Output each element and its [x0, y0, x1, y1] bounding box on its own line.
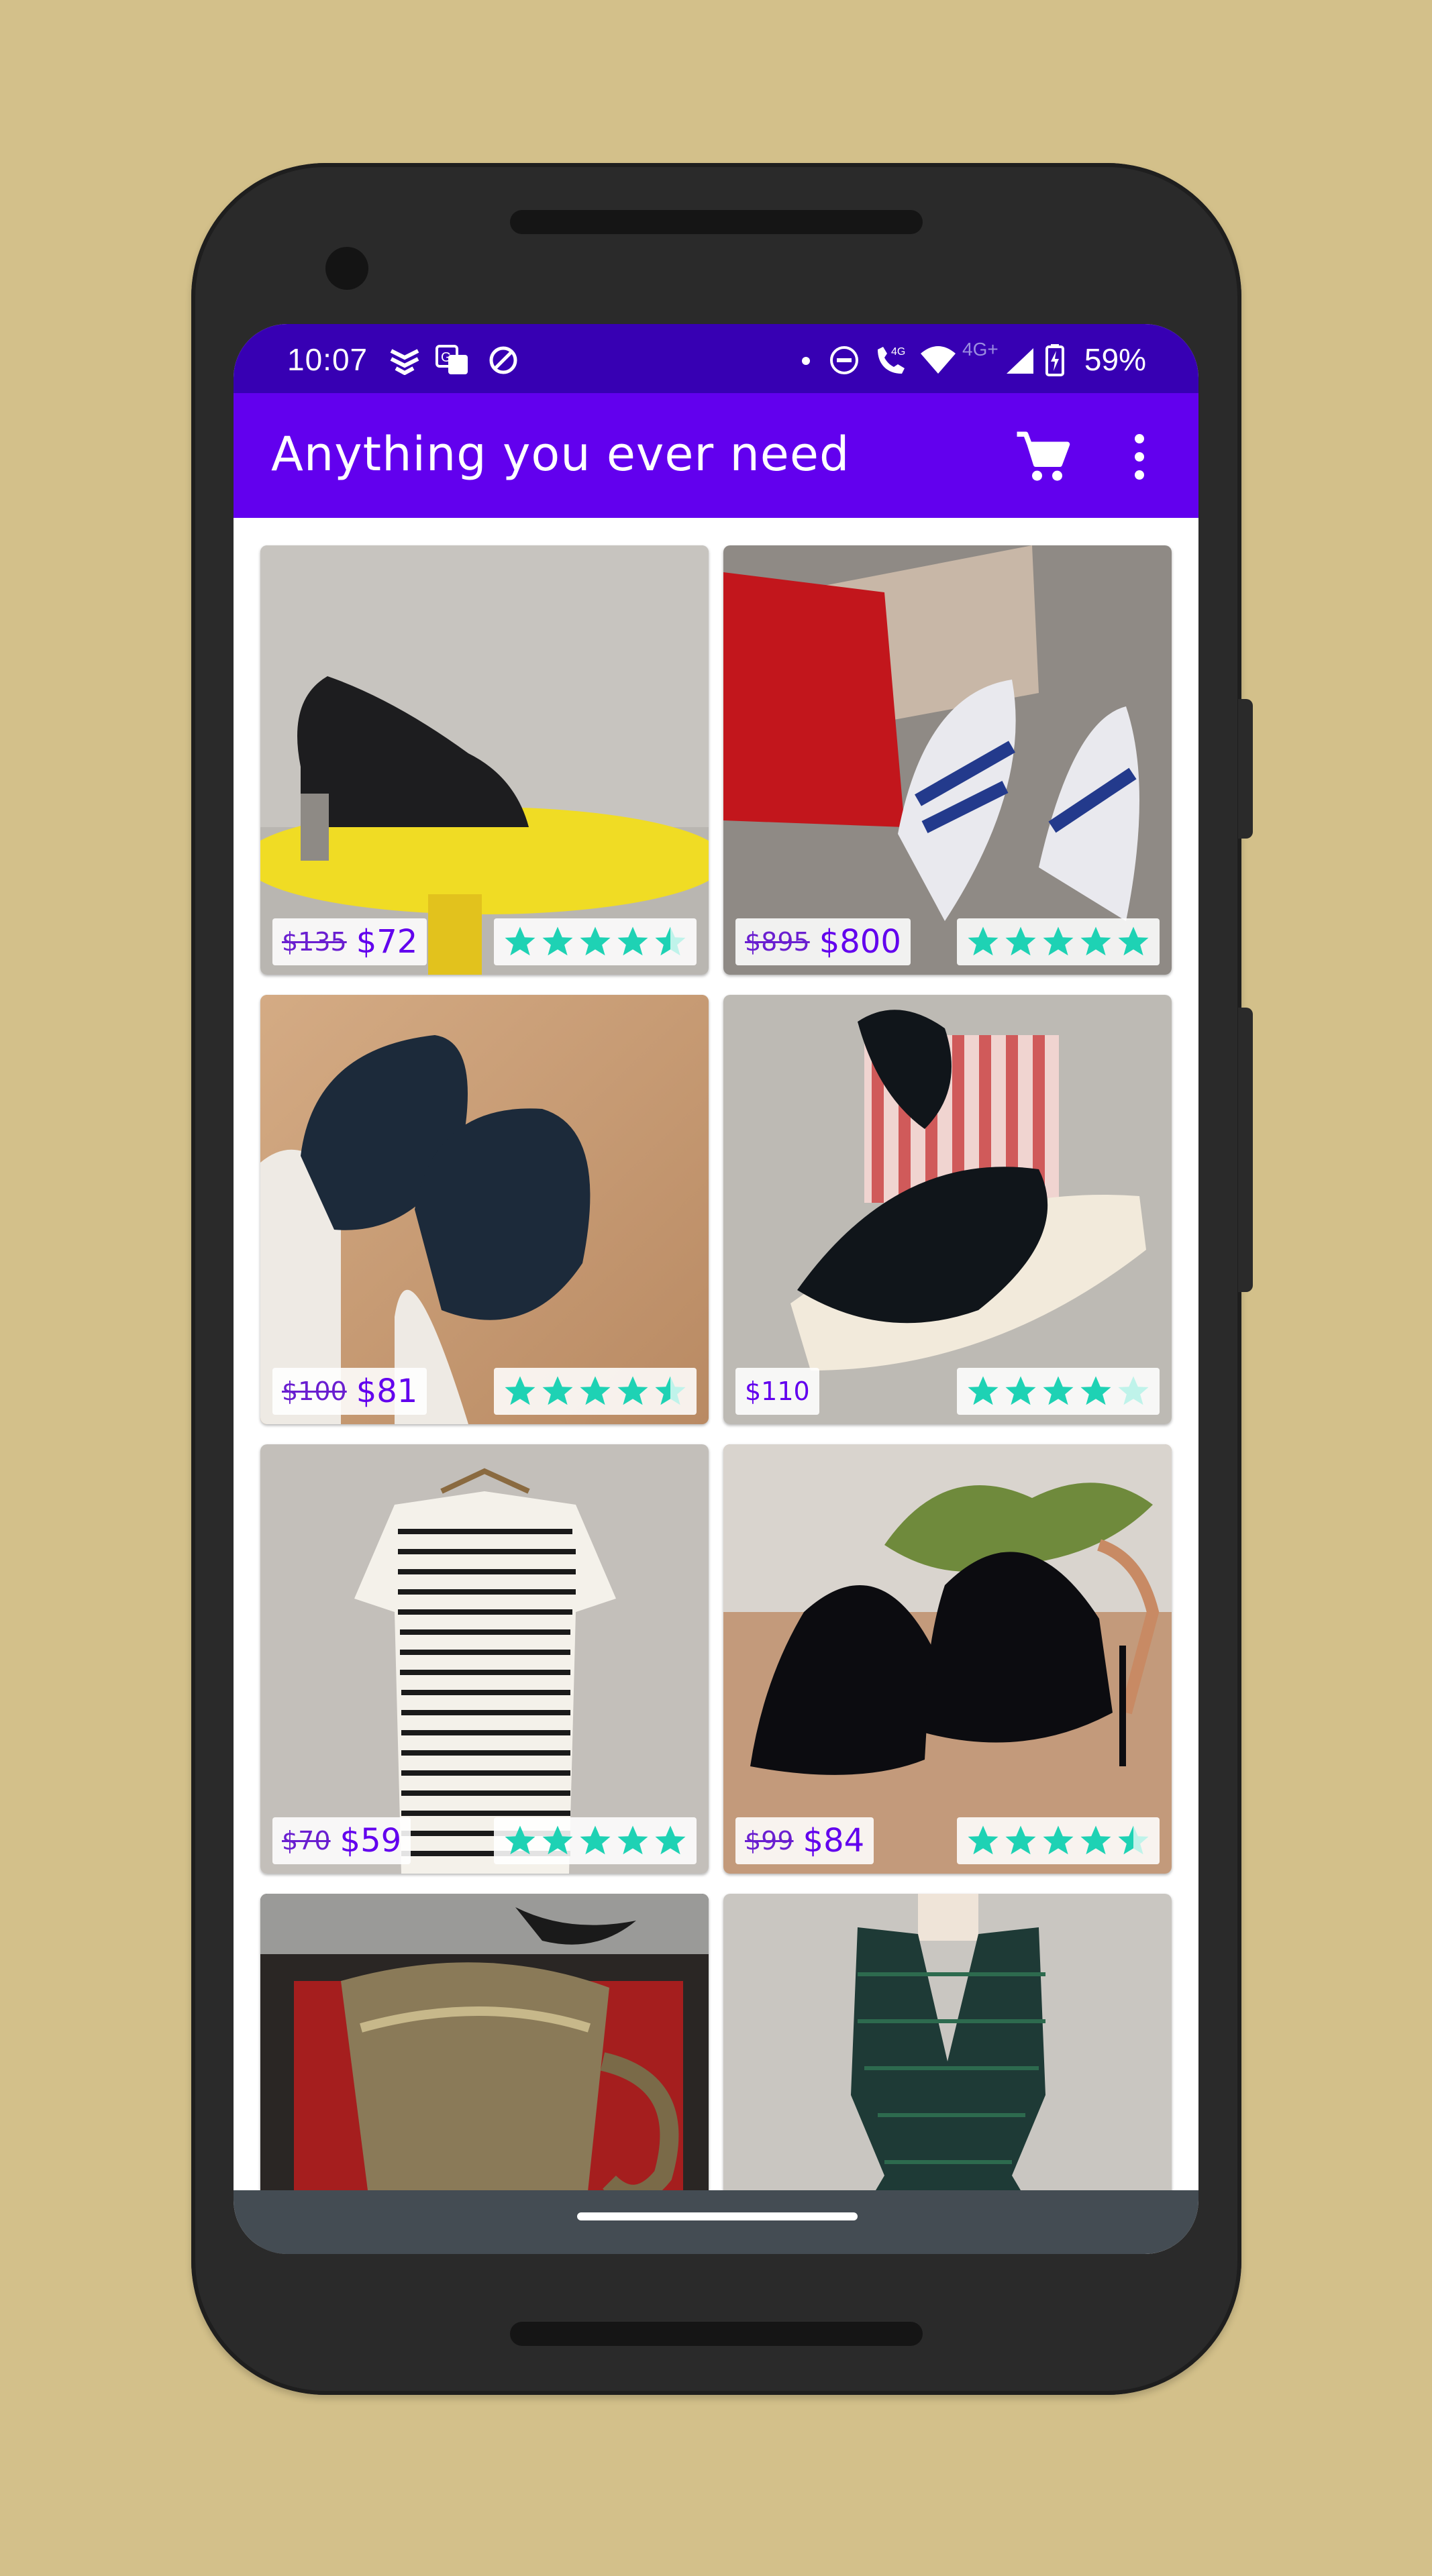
- power-button: [1238, 699, 1253, 839]
- star-icon: [505, 1825, 535, 1855]
- rating-stars: [957, 918, 1160, 965]
- price-tag: $100 $81: [272, 1368, 427, 1415]
- star-icon: [580, 1376, 611, 1405]
- dot-icon: [802, 357, 810, 365]
- star-icon: [1005, 1376, 1036, 1405]
- wifi-icon: [921, 346, 956, 374]
- product-card[interactable]: $135 $72: [260, 545, 709, 975]
- app-title: Anything you ever need: [271, 427, 850, 482]
- translate-icon: G: [436, 345, 468, 374]
- notification-icon: [390, 349, 419, 375]
- screen: 10:07 G 4G 4G+ 59% Anything you ever nee…: [234, 324, 1198, 2254]
- product-card[interactable]: $100 $81: [260, 995, 709, 1424]
- current-price: $800: [819, 923, 901, 961]
- price-tag: $70 $59: [272, 1817, 411, 1864]
- star-icon: [617, 926, 648, 956]
- star-icon: [580, 1825, 611, 1855]
- earpiece-speaker: [510, 210, 923, 234]
- star-icon: [580, 926, 611, 956]
- current-price: $81: [356, 1373, 418, 1410]
- rating-stars: [957, 1817, 1160, 1864]
- current-price: $72: [356, 923, 418, 961]
- status-time: 10:07: [287, 342, 368, 377]
- rating-stars: [494, 1817, 697, 1864]
- star-icon: [542, 1376, 573, 1405]
- volume-button: [1238, 1008, 1253, 1292]
- price-tag: $895 $800: [735, 918, 911, 965]
- star-icon: [1043, 1825, 1074, 1855]
- star-icon: [1043, 926, 1074, 956]
- product-card[interactable]: $895 $800: [723, 545, 1172, 975]
- svg-text:4G: 4G: [891, 346, 905, 358]
- star-icon: [1080, 926, 1111, 956]
- product-card[interactable]: $70 $59: [260, 1444, 709, 1874]
- product-image: [260, 995, 709, 1424]
- cart-icon[interactable]: [1012, 427, 1072, 487]
- rating-stars: [957, 1368, 1160, 1415]
- network-type-label: 4G+: [962, 339, 999, 360]
- more-vert-icon[interactable]: [1119, 427, 1160, 487]
- phone-frame: 10:07 G 4G 4G+ 59% Anything you ever nee…: [191, 163, 1241, 2395]
- old-price: $99: [745, 1826, 794, 1856]
- product-card[interactable]: $99 $84: [723, 1444, 1172, 1874]
- rating-stars: [494, 1368, 697, 1415]
- current-price: $59: [340, 1822, 402, 1860]
- price-tag: $99 $84: [735, 1817, 874, 1864]
- gesture-nav-bar: [234, 2190, 1198, 2254]
- dnd-icon: [830, 346, 858, 374]
- old-price: $100: [282, 1377, 347, 1406]
- star-icon: [968, 1376, 999, 1405]
- star-icon: [617, 1825, 648, 1855]
- star-icon: [655, 1825, 686, 1855]
- current-price: $84: [803, 1822, 865, 1860]
- price-tag: $135 $72: [272, 918, 427, 965]
- empty-star-icon: [1118, 1376, 1149, 1405]
- data-saver-icon: [489, 346, 517, 374]
- bottom-speaker: [510, 2322, 923, 2346]
- star-icon: [1005, 926, 1036, 956]
- front-camera: [325, 247, 368, 290]
- old-price: $895: [745, 927, 810, 957]
- product-image: [723, 545, 1172, 975]
- star-icon: [617, 1376, 648, 1405]
- home-gesture-handle[interactable]: [577, 2212, 858, 2220]
- wifi-calling-icon: 4G: [878, 346, 905, 374]
- half-star-icon: [655, 1376, 686, 1405]
- signal-icon: [1007, 348, 1033, 374]
- half-star-icon: [655, 926, 686, 956]
- product-image: [260, 1444, 709, 1874]
- battery-icon: [1045, 344, 1064, 376]
- rating-stars: [494, 918, 697, 965]
- half-star-icon: [1118, 1825, 1149, 1855]
- battery-percent: 59%: [1084, 342, 1146, 377]
- app-bar: Anything you ever need: [234, 393, 1198, 518]
- star-icon: [505, 926, 535, 956]
- star-icon: [1043, 1376, 1074, 1405]
- old-price: $135: [282, 927, 347, 957]
- star-icon: [968, 926, 999, 956]
- status-bar: 10:07 G 4G 4G+ 59%: [234, 324, 1198, 393]
- product-image: [723, 995, 1172, 1424]
- star-icon: [1118, 926, 1149, 956]
- svg-text:G: G: [441, 350, 452, 365]
- price-tag: $110: [735, 1368, 819, 1415]
- product-card[interactable]: $110: [723, 995, 1172, 1424]
- star-icon: [505, 1376, 535, 1405]
- star-icon: [1080, 1376, 1111, 1405]
- star-icon: [542, 926, 573, 956]
- product-image: [723, 1444, 1172, 1874]
- star-icon: [542, 1825, 573, 1855]
- old-price: $70: [282, 1826, 331, 1856]
- star-icon: [968, 1825, 999, 1855]
- star-icon: [1005, 1825, 1036, 1855]
- star-icon: [1080, 1825, 1111, 1855]
- product-image: [260, 545, 709, 975]
- product-grid: $135 $72 $895 $800 $100 $81 $110 $70 $59…: [260, 545, 1172, 2254]
- current-price: $110: [745, 1377, 810, 1406]
